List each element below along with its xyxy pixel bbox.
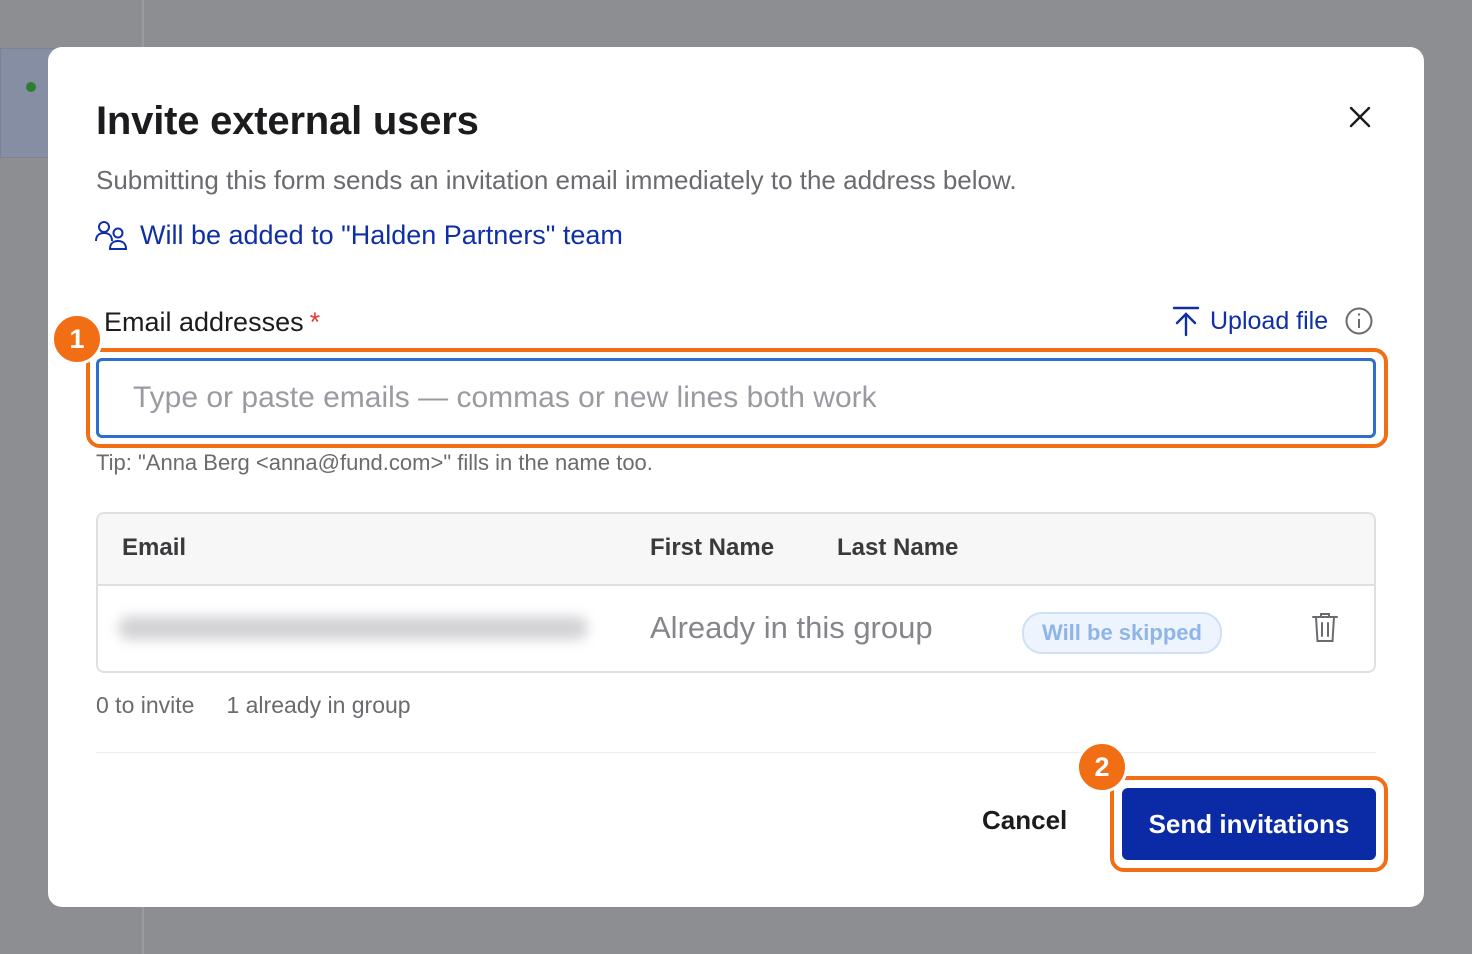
info-icon[interactable]	[1344, 306, 1374, 336]
step1-badge: 1	[51, 313, 103, 365]
modal-subtitle: Submitting this form sends an invitation…	[96, 165, 1017, 195]
email-table: Email First Name Last Name Already in th…	[96, 512, 1376, 673]
close-button[interactable]	[1336, 93, 1384, 141]
to-invite-count: 0 to invite	[96, 692, 195, 718]
skip-badge: Will be skipped	[1022, 612, 1222, 654]
table-row: Already in this group Will be skipped	[98, 586, 1374, 671]
row-status-text: Already in this group	[650, 610, 933, 645]
team-icon	[95, 221, 128, 250]
email-input[interactable]	[96, 358, 1376, 438]
table-header: Email First Name Last Name	[98, 514, 1374, 586]
redacted-email	[118, 616, 588, 640]
upload-file-button[interactable]: Upload file	[1172, 305, 1374, 337]
modal-title: Invite external users	[96, 99, 479, 143]
email-addresses-label: Email addresses *	[104, 307, 320, 338]
invite-modal: Invite external users Submitting this fo…	[48, 47, 1424, 907]
close-icon	[1349, 106, 1371, 128]
cancel-button[interactable]: Cancel	[982, 805, 1067, 836]
step2-badge: 2	[1076, 741, 1128, 793]
team-note-text: Will be added to "Halden Partners" team	[140, 219, 623, 250]
background-status-dot	[26, 82, 36, 92]
upload-file-label: Upload file	[1210, 306, 1329, 335]
upload-icon	[1172, 306, 1200, 337]
email-addresses-label-text: Email addresses	[104, 307, 304, 337]
column-header-email: Email	[122, 534, 187, 561]
footer-divider	[96, 752, 1376, 753]
trash-icon[interactable]	[1310, 611, 1340, 643]
input-tip: Tip: "Anna Berg <anna@fund.com>" fills i…	[96, 450, 653, 475]
column-header-last-name: Last Name	[837, 534, 959, 561]
required-marker: *	[309, 307, 321, 337]
send-invitations-button[interactable]: Send invitations	[1122, 788, 1376, 860]
team-note: Will be added to "Halden Partners" team	[94, 219, 623, 251]
invite-summary: 0 to invite 1 already in group	[96, 692, 411, 719]
column-header-first-name: First Name	[650, 534, 775, 561]
already-in-group-count: 1 already in group	[226, 692, 411, 718]
